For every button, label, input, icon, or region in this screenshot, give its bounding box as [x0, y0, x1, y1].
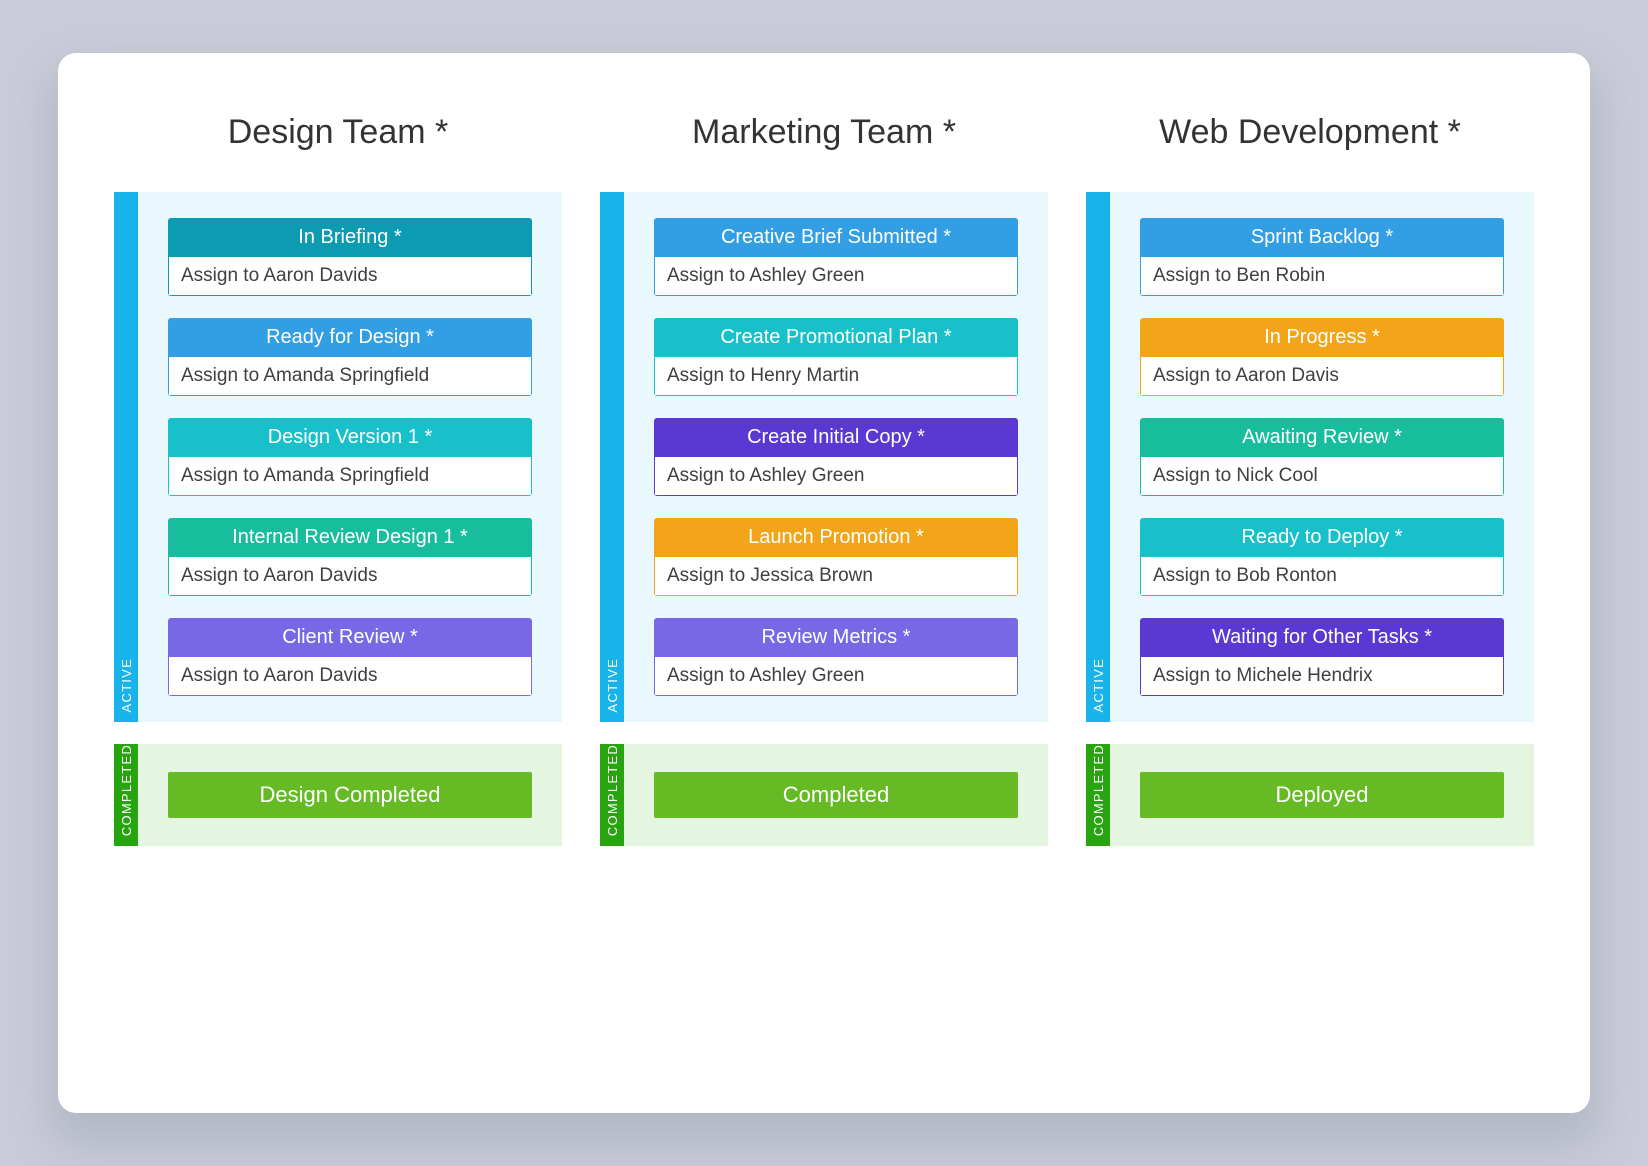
active-body: In Briefing *Assign to Aaron DavidsReady… [138, 192, 562, 722]
stage[interactable]: In Progress *Assign to Aaron Davis [1140, 318, 1504, 396]
stage-title: In Briefing * [168, 218, 532, 257]
stage[interactable]: Client Review *Assign to Aaron Davids [168, 618, 532, 696]
stage-assignee: Assign to Amanda Springfield [168, 457, 532, 496]
completed-body: Design Completed [138, 744, 562, 846]
stage-assignee: Assign to Ashley Green [654, 657, 1018, 696]
completed-panel: COMPLETED Design Completed [114, 744, 562, 846]
stage-title: Create Promotional Plan * [654, 318, 1018, 357]
stage-assignee: Assign to Aaron Davids [168, 257, 532, 296]
completed-panel: COMPLETED Deployed [1086, 744, 1534, 846]
stage-title: Launch Promotion * [654, 518, 1018, 557]
column: Marketing Team * ACTIVE Creative Brief Sub… [600, 113, 1048, 868]
stage[interactable]: Creative Brief Submitted *Assign to Ashl… [654, 218, 1018, 296]
completed-body: Deployed [1110, 744, 1534, 846]
completed-body: Completed [624, 744, 1048, 846]
stage[interactable]: Create Initial Copy *Assign to Ashley Gr… [654, 418, 1018, 496]
column: Web Development *ACTIVESprint Backlog *A… [1086, 113, 1534, 868]
completed-tab-label: COMPLETED [605, 744, 620, 836]
completed-tab[interactable]: COMPLETED [600, 744, 624, 846]
stage-assignee: Assign to Ashley Green [654, 457, 1018, 496]
completed-bar[interactable]: Completed [654, 772, 1018, 818]
stage-assignee: Assign to Michele Hendrix [1140, 657, 1504, 696]
stage-title: Awaiting Review * [1140, 418, 1504, 457]
stage[interactable]: Design Version 1 *Assign to Amanda Sprin… [168, 418, 532, 496]
active-tab[interactable]: ACTIVE [114, 192, 138, 722]
stage[interactable]: Launch Promotion *Assign to Jessica Brow… [654, 518, 1018, 596]
stage[interactable]: Waiting for Other Tasks *Assign to Miche… [1140, 618, 1504, 696]
column-title: Design Team * [114, 113, 562, 152]
stage[interactable]: Sprint Backlog *Assign to Ben Robin [1140, 218, 1504, 296]
stage-title: Internal Review Design 1 * [168, 518, 532, 557]
active-panel: ACTIVECreative Brief Submitted *Assign t… [600, 192, 1048, 722]
column: Design Team *ACTIVEIn Briefing *Assign t… [114, 113, 562, 868]
completed-bar[interactable]: Design Completed [168, 772, 532, 818]
stage-title: Creative Brief Submitted * [654, 218, 1018, 257]
board-card: Design Team *ACTIVEIn Briefing *Assign t… [58, 53, 1590, 1113]
completed-tab-label: COMPLETED [1091, 744, 1106, 836]
stage-assignee: Assign to Aaron Davids [168, 557, 532, 596]
completed-tab[interactable]: COMPLETED [1086, 744, 1110, 846]
stage-title: Design Version 1 * [168, 418, 532, 457]
stage-assignee: Assign to Ben Robin [1140, 257, 1504, 296]
stage-title: Create Initial Copy * [654, 418, 1018, 457]
stage-assignee: Assign to Bob Ronton [1140, 557, 1504, 596]
completed-bar[interactable]: Deployed [1140, 772, 1504, 818]
stage-title: Ready to Deploy * [1140, 518, 1504, 557]
stage-title: Sprint Backlog * [1140, 218, 1504, 257]
active-panel: ACTIVEIn Briefing *Assign to Aaron David… [114, 192, 562, 722]
stage[interactable]: Create Promotional Plan *Assign to Henry… [654, 318, 1018, 396]
stage-title: Ready for Design * [168, 318, 532, 357]
active-body: Sprint Backlog *Assign to Ben Robin In Pr… [1110, 192, 1534, 722]
completed-panel: COMPLETED Completed [600, 744, 1048, 846]
stage[interactable]: Awaiting Review *Assign to Nick Cool [1140, 418, 1504, 496]
column-title: Marketing Team * [600, 113, 1048, 152]
stage-title: Waiting for Other Tasks * [1140, 618, 1504, 657]
stage[interactable]: Ready for Design *Assign to Amanda Sprin… [168, 318, 532, 396]
columns-wrap: Design Team *ACTIVEIn Briefing *Assign t… [114, 113, 1534, 868]
active-tab[interactable]: ACTIVE [600, 192, 624, 722]
stage-title: Client Review * [168, 618, 532, 657]
stage[interactable]: Ready to Deploy *Assign to Bob Ronton [1140, 518, 1504, 596]
column-title: Web Development * [1086, 113, 1534, 152]
active-tab[interactable]: ACTIVE [1086, 192, 1110, 722]
stage[interactable]: In Briefing *Assign to Aaron Davids [168, 218, 532, 296]
stage-assignee: Assign to Amanda Springfield [168, 357, 532, 396]
stage-assignee: Assign to Ashley Green [654, 257, 1018, 296]
completed-tab-label: COMPLETED [119, 744, 134, 836]
stage[interactable]: Internal Review Design 1 *Assign to Aaro… [168, 518, 532, 596]
active-tab-label: ACTIVE [119, 658, 134, 712]
active-tab-label: ACTIVE [1091, 658, 1106, 712]
stage-title: In Progress * [1140, 318, 1504, 357]
completed-tab[interactable]: COMPLETED [114, 744, 138, 846]
stage-assignee: Assign to Aaron Davis [1140, 357, 1504, 396]
active-tab-label: ACTIVE [605, 658, 620, 712]
stage-title: Review Metrics * [654, 618, 1018, 657]
active-panel: ACTIVE Sprint Backlog *Assign to Ben Robi… [1086, 192, 1534, 722]
stage-assignee: Assign to Nick Cool [1140, 457, 1504, 496]
stage-assignee: Assign to Jessica Brown [654, 557, 1018, 596]
stage-assignee: Assign to Henry Martin [654, 357, 1018, 396]
stage[interactable]: Review Metrics *Assign to Ashley Green [654, 618, 1018, 696]
stage-assignee: Assign to Aaron Davids [168, 657, 532, 696]
active-body: Creative Brief Submitted *Assign to Ashl… [624, 192, 1048, 722]
